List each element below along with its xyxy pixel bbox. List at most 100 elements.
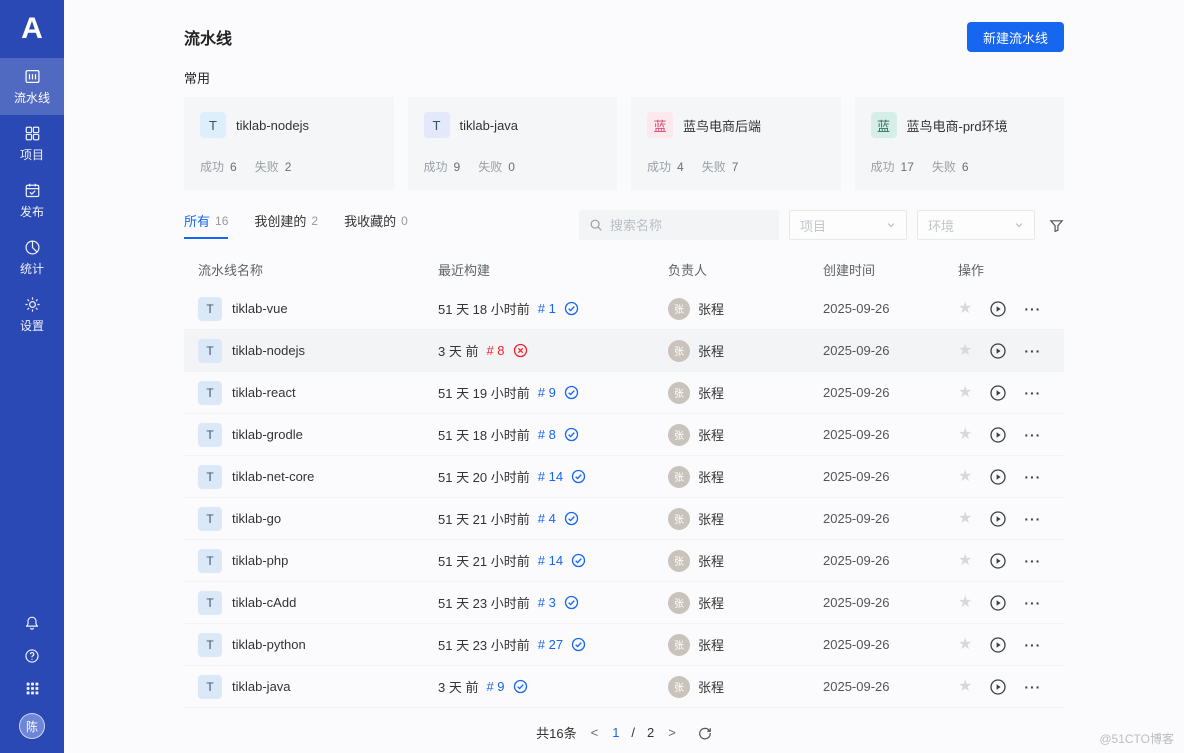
favorite-star-icon[interactable]: ★ [958, 385, 972, 401]
user-avatar[interactable]: 陈 [19, 713, 45, 739]
tab-我收藏的[interactable]: 我收藏的 0 [344, 211, 408, 239]
run-pipeline-icon[interactable] [989, 300, 1007, 318]
pipeline-name-link[interactable]: tiklab-python [232, 637, 306, 652]
pipeline-name-link[interactable]: tiklab-grodle [232, 427, 303, 442]
run-pipeline-icon[interactable] [989, 552, 1007, 570]
favorite-star-icon[interactable]: ★ [958, 511, 972, 527]
more-actions-icon[interactable]: ··· [1024, 470, 1041, 484]
bell-icon[interactable] [24, 615, 40, 631]
pipeline-name-link[interactable]: tiklab-go [232, 511, 281, 526]
favorite-star-icon[interactable]: ★ [958, 301, 972, 317]
more-actions-icon[interactable]: ··· [1024, 302, 1041, 316]
fail-count: 0 [508, 160, 515, 174]
next-page-button[interactable]: > [666, 725, 678, 740]
favorite-star-icon[interactable]: ★ [958, 553, 972, 569]
build-number-link[interactable]: # 27 [538, 637, 563, 652]
build-number-link[interactable]: # 8 [486, 343, 504, 358]
pipeline-name-link[interactable]: tiklab-cAdd [232, 595, 296, 610]
filter-icon[interactable] [1049, 218, 1064, 233]
table-row[interactable]: T tiklab-react 51 天 19 小时前 # 9 张 张程 2025… [184, 372, 1064, 414]
table-row[interactable]: T tiklab-grodle 51 天 18 小时前 # 8 张 张程 202… [184, 414, 1064, 456]
table-row[interactable]: T tiklab-net-core 51 天 20 小时前 # 14 张 张程 … [184, 456, 1064, 498]
search-input[interactable] [610, 218, 769, 233]
app-logo[interactable]: A [0, 0, 64, 58]
project-select[interactable]: 项目 [789, 210, 907, 240]
pipeline-initial-icon: T [198, 675, 222, 699]
table-row[interactable]: T tiklab-go 51 天 21 小时前 # 4 张 张程 2025-09… [184, 498, 1064, 540]
tab-label: 我收藏的 [344, 211, 396, 230]
refresh-icon[interactable] [698, 726, 712, 740]
table-row[interactable]: T tiklab-nodejs 3 天 前 # 8 张 张程 2025-09-2… [184, 330, 1064, 372]
sidebar-bottom: 陈 [19, 615, 45, 753]
run-pipeline-icon[interactable] [989, 426, 1007, 444]
favorite-star-icon[interactable]: ★ [958, 679, 972, 695]
pipeline-name-link[interactable]: tiklab-java [232, 679, 291, 694]
more-actions-icon[interactable]: ··· [1024, 344, 1041, 358]
apps-grid-icon[interactable] [25, 681, 40, 696]
table-row[interactable]: T tiklab-python 51 天 23 小时前 # 27 张 张程 20… [184, 624, 1064, 666]
run-pipeline-icon[interactable] [989, 384, 1007, 402]
favorite-star-icon[interactable]: ★ [958, 469, 972, 485]
last-build-time: 51 天 21 小时前 [438, 509, 530, 528]
pipeline-name-link[interactable]: tiklab-vue [232, 301, 288, 316]
created-date: 2025-09-26 [823, 343, 958, 358]
sidebar-item-settings[interactable]: 设置 [0, 286, 64, 343]
pipeline-name-link[interactable]: tiklab-php [232, 553, 288, 568]
build-number-link[interactable]: # 4 [538, 511, 556, 526]
env-select[interactable]: 环境 [917, 210, 1035, 240]
more-actions-icon[interactable]: ··· [1024, 428, 1041, 442]
more-actions-icon[interactable]: ··· [1024, 680, 1041, 694]
created-date: 2025-09-26 [823, 553, 958, 568]
more-actions-icon[interactable]: ··· [1024, 596, 1041, 610]
favorite-star-icon[interactable]: ★ [958, 637, 972, 653]
sidebar-item-pipeline[interactable]: 流水线 [0, 58, 64, 115]
run-pipeline-icon[interactable] [989, 678, 1007, 696]
more-actions-icon[interactable]: ··· [1024, 386, 1041, 400]
table-row[interactable]: T tiklab-java 3 天 前 # 9 张 张程 2025-09-26 … [184, 666, 1064, 708]
run-pipeline-icon[interactable] [989, 510, 1007, 528]
run-pipeline-icon[interactable] [989, 636, 1007, 654]
table-row[interactable]: T tiklab-cAdd 51 天 23 小时前 # 3 张 张程 2025-… [184, 582, 1064, 624]
build-number-link[interactable]: # 14 [538, 469, 563, 484]
table-row[interactable]: T tiklab-vue 51 天 18 小时前 # 1 张 张程 2025-0… [184, 288, 1064, 330]
run-pipeline-icon[interactable] [989, 594, 1007, 612]
success-count: 9 [454, 160, 461, 174]
build-number-link[interactable]: # 14 [538, 553, 563, 568]
table-row[interactable]: T tiklab-php 51 天 21 小时前 # 14 张 张程 2025-… [184, 540, 1064, 582]
run-pipeline-icon[interactable] [989, 468, 1007, 486]
prev-page-button[interactable]: < [589, 725, 601, 740]
pipeline-name-link[interactable]: tiklab-react [232, 385, 296, 400]
favorite-star-icon[interactable]: ★ [958, 343, 972, 359]
last-build-time: 51 天 18 小时前 [438, 299, 530, 318]
search-box[interactable] [579, 210, 779, 240]
tab-我创建的[interactable]: 我创建的 2 [254, 211, 318, 239]
last-build-time: 51 天 23 小时前 [438, 593, 530, 612]
pipeline-name-link[interactable]: tiklab-nodejs [232, 343, 305, 358]
help-icon[interactable] [24, 648, 40, 664]
pipeline-name-link[interactable]: tiklab-net-core [232, 469, 314, 484]
favorite-pipeline-card[interactable]: T tiklab-nodejs 成功 6 失败 2 [184, 97, 394, 190]
tab-所有[interactable]: 所有 16 [184, 211, 228, 239]
more-actions-icon[interactable]: ··· [1024, 554, 1041, 568]
build-number-link[interactable]: # 9 [538, 385, 556, 400]
build-number-link[interactable]: # 1 [538, 301, 556, 316]
build-number-link[interactable]: # 8 [538, 427, 556, 442]
favorite-pipeline-card[interactable]: 蓝 蓝鸟电商-prd环境 成功 17 失败 6 [855, 97, 1065, 190]
sidebar-item-stats[interactable]: 统计 [0, 229, 64, 286]
favorite-pipeline-card[interactable]: 蓝 蓝鸟电商后端 成功 4 失败 7 [631, 97, 841, 190]
favorite-pipeline-card[interactable]: T tiklab-java 成功 9 失败 0 [408, 97, 618, 190]
favorite-star-icon[interactable]: ★ [958, 427, 972, 443]
more-actions-icon[interactable]: ··· [1024, 512, 1041, 526]
build-number-link[interactable]: # 9 [486, 679, 504, 694]
run-pipeline-icon[interactable] [989, 342, 1007, 360]
favorite-star-icon[interactable]: ★ [958, 595, 972, 611]
more-actions-icon[interactable]: ··· [1024, 638, 1041, 652]
new-pipeline-button[interactable]: 新建流水线 [967, 22, 1064, 52]
release-icon [24, 182, 41, 199]
sidebar-item-project[interactable]: 项目 [0, 115, 64, 172]
build-number-link[interactable]: # 3 [538, 595, 556, 610]
sidebar-item-release[interactable]: 发布 [0, 172, 64, 229]
pipeline-initial-icon: T [198, 381, 222, 405]
last-build-time: 51 天 23 小时前 [438, 635, 530, 654]
pipeline-table: 流水线名称最近构建负责人创建时间操作 T tiklab-vue 51 天 18 … [184, 250, 1064, 708]
